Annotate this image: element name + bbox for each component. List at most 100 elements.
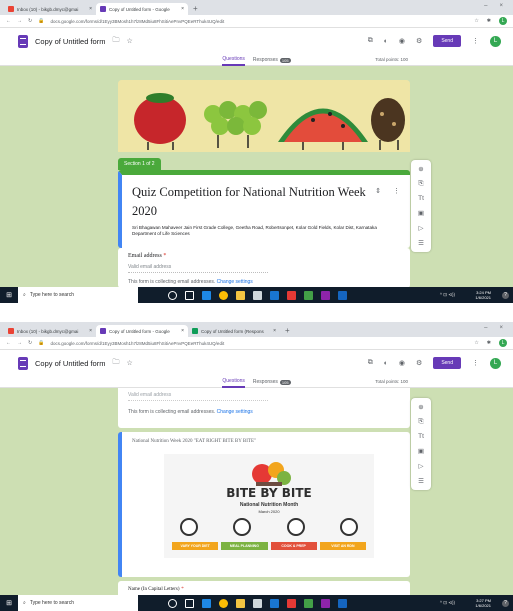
close-tab-icon[interactable]: × [89,6,92,12]
more-vert-icon[interactable]: ⋮ [393,187,400,195]
more-vert-icon[interactable]: ⋮ [472,359,479,367]
send-button[interactable]: Send [433,35,461,47]
close-window-icon[interactable]: × [499,3,503,9]
forms-logo-icon[interactable] [18,34,28,48]
addons-icon[interactable]: ⧉ [368,359,373,367]
add-image-icon[interactable]: ▣ [418,447,424,455]
profile-avatar[interactable]: L [499,339,507,347]
form-name[interactable]: Copy of Untitled form [35,359,105,368]
store-icon[interactable] [253,598,262,608]
settings-gear-icon[interactable]: ⚙ [416,37,422,45]
windows-start-icon[interactable]: ⊞ [0,599,18,607]
account-avatar[interactable]: L [490,357,501,369]
close-tab-icon[interactable]: × [273,328,276,334]
tab-questions[interactable]: Questions [222,376,245,388]
profile-avatar[interactable]: L [499,17,507,25]
change-settings-link[interactable]: Change settings [217,279,253,285]
system-tray[interactable]: ^ ⊡ ⊲)) [440,600,455,606]
form-name[interactable]: Copy of Untitled form [35,37,105,46]
task-view-icon[interactable] [185,598,194,608]
browser-tab-gmail[interactable]: Inbox (10) - bikgb.dmyc@gmai × [4,325,96,337]
mail-icon[interactable] [270,598,279,608]
edge-icon[interactable] [202,598,211,608]
chrome-icon[interactable] [219,598,228,608]
account-avatar[interactable]: L [490,35,501,47]
form-description[interactable]: Sri Bhagawan Mahaveer Jain First Grade C… [132,225,400,237]
edge-icon[interactable] [202,290,211,300]
image-title[interactable]: National Nutrition Week 2020 "EAT RIGHT … [132,439,400,444]
form-title-card[interactable]: Quiz Competition for National Nutrition … [118,170,410,248]
url-text[interactable]: docs.google.com/forms/d/1Eyy3BMosh1h7lz8… [50,19,224,24]
cortana-icon[interactable] [168,598,177,608]
app-icon[interactable] [287,290,296,300]
image-item-card[interactable]: National Nutrition Week 2020 "EAT RIGHT … [118,432,410,577]
tab-questions[interactable]: Questions [222,54,245,66]
system-tray[interactable]: ^ ⊡ ⊲)) [440,292,455,298]
file-explorer-icon[interactable] [236,290,245,300]
file-explorer-icon[interactable] [236,598,245,608]
taskbar-clock[interactable]: 3:24 PM 1/6/2021 [475,290,491,300]
app-icon[interactable] [338,290,347,300]
add-section-icon[interactable]: ☰ [418,477,424,485]
tab-responses[interactable]: Responses 105 [253,54,291,66]
browser-tab-form[interactable]: Copy of Untitled form - Google × [96,325,188,337]
add-video-icon[interactable]: ▷ [419,462,424,470]
palette-icon[interactable]: ◐ [384,360,388,367]
app-icon[interactable] [304,598,313,608]
mail-icon[interactable] [270,290,279,300]
close-tab-icon[interactable]: × [181,6,184,12]
star-icon[interactable]: ☆ [474,18,478,24]
star-icon[interactable]: ☆ [474,340,478,346]
browser-tab-responses[interactable]: Copy of Untitled form (Respons × [188,325,280,337]
task-view-icon[interactable] [185,290,194,300]
tab-responses[interactable]: Responses 105 [253,376,291,388]
app-icon[interactable] [304,290,313,300]
new-tab-icon[interactable]: + [188,4,203,15]
reload-icon[interactable]: ↻ [28,340,32,346]
add-video-icon[interactable]: ▷ [419,224,424,232]
preview-eye-icon[interactable]: ◉ [399,37,405,45]
app-icon[interactable] [338,598,347,608]
add-title-icon[interactable]: Tt [418,195,424,202]
minimize-icon[interactable]: – [484,3,487,9]
add-image-icon[interactable]: ▣ [418,209,424,217]
close-tab-icon[interactable]: × [89,328,92,334]
close-window-icon[interactable]: × [499,325,503,331]
browser-tab-gmail[interactable]: Inbox (10) - bikgb.dmyc@gmai × [4,3,96,15]
help-icon[interactable]: ? [502,599,509,607]
add-question-icon[interactable]: ⊕ [418,403,423,411]
extensions-icon[interactable]: ✱ [487,18,491,24]
bite-by-bite-image[interactable]: BITE BY BITE National Nutrition Month Ma… [164,454,374,558]
back-icon[interactable]: ← [6,18,11,24]
change-settings-link[interactable]: Change settings [217,409,253,415]
taskbar-search[interactable]: ⌕ Type here to search [18,287,138,303]
new-tab-icon[interactable]: + [280,326,295,337]
move-to-folder-icon[interactable]: 🗀 [112,358,119,369]
taskbar-clock[interactable]: 3:27 PM 1/6/2021 [475,598,491,608]
url-text[interactable]: docs.google.com/forms/d/1Eyy3BMosh1h7lz8… [50,341,224,346]
reload-icon[interactable]: ↻ [28,18,32,24]
add-section-icon[interactable]: ☰ [418,239,424,247]
cortana-icon[interactable] [168,290,177,300]
minimize-icon[interactable]: – [484,325,487,331]
forms-logo-icon[interactable] [18,356,28,370]
more-vert-icon[interactable]: ⋮ [472,37,479,45]
import-questions-icon[interactable]: ⎘ [418,418,423,426]
add-title-icon[interactable]: Tt [418,433,424,440]
email-field[interactable]: Valid email address [128,392,268,401]
store-icon[interactable] [253,290,262,300]
settings-gear-icon[interactable]: ⚙ [416,359,422,367]
app-icon[interactable] [321,290,330,300]
back-icon[interactable]: ← [6,340,11,346]
move-to-folder-icon[interactable]: 🗀 [112,36,119,47]
close-tab-icon[interactable]: × [181,328,184,334]
taskbar-search[interactable]: ⌕ Type here to search [18,595,138,611]
extensions-icon[interactable]: ✱ [487,340,491,346]
chrome-icon[interactable] [219,290,228,300]
add-question-icon[interactable]: ⊕ [418,165,423,173]
app-icon[interactable] [287,598,296,608]
palette-icon[interactable]: ◐ [384,38,388,45]
preview-eye-icon[interactable]: ◉ [399,359,405,367]
collapse-icon[interactable]: ⇕ [375,187,381,195]
star-icon[interactable]: ☆ [126,37,132,45]
